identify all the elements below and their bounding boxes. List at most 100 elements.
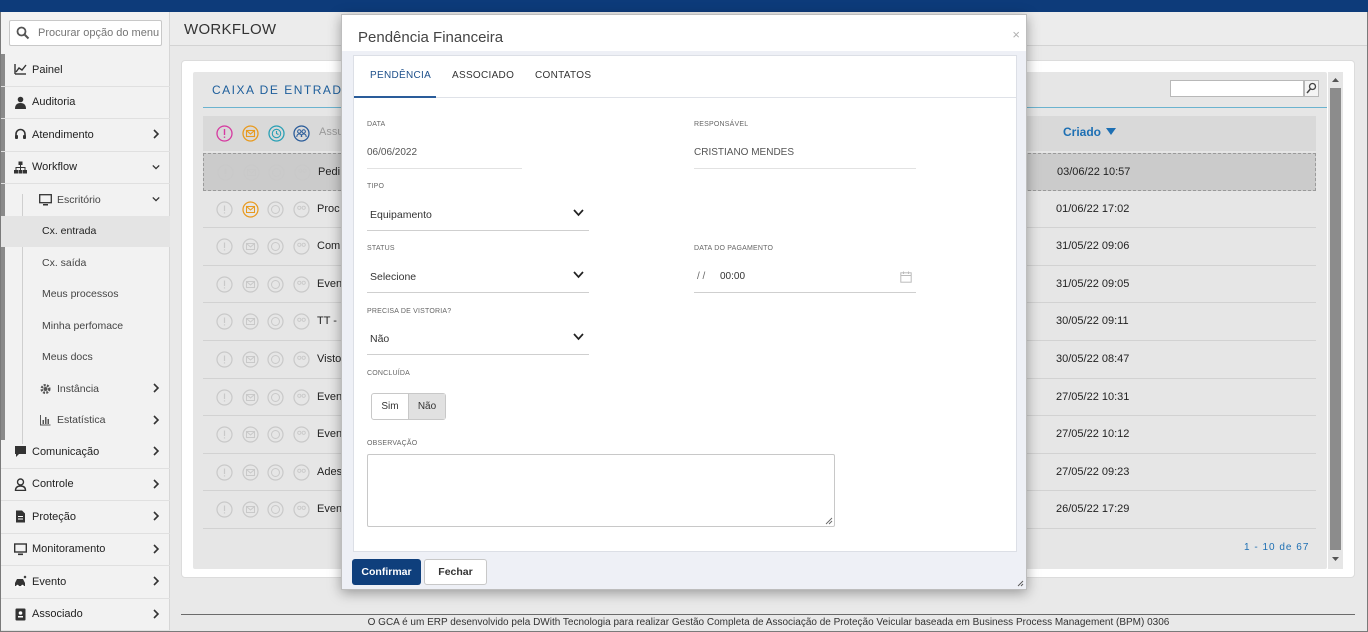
clock-icon[interactable] [268,125,285,142]
sidebar-item-instancia[interactable]: Instância [1,373,170,405]
tab-pendencia[interactable]: PENDÊNCIA [370,70,431,81]
menu-search[interactable] [9,20,162,46]
sidebar-item-meus-docs[interactable]: Meus docs [1,342,170,374]
users-icon[interactable] [293,125,310,142]
vistoria-select[interactable]: Não [367,323,589,355]
sidebar-item-controle[interactable]: Controle [1,469,170,501]
users-icon[interactable] [293,276,310,293]
sidebar-item-auditoria[interactable]: Auditoria [1,87,170,119]
users-icon[interactable] [293,313,310,330]
concluida-nao-button[interactable]: Não [408,394,445,419]
users-icon[interactable] [293,351,310,368]
sidebar-item-atendimento[interactable]: Atendimento [1,119,170,152]
users-icon[interactable] [293,238,310,255]
observacao-textarea[interactable] [367,454,835,527]
close-button[interactable]: Fechar [424,559,487,585]
alert-icon[interactable] [216,313,233,330]
alert-icon[interactable] [216,200,233,218]
column-created[interactable]: Criado [1063,125,1101,139]
sitemap-icon [14,161,27,174]
sidebar-item-cx-saida[interactable]: Cx. saída [1,247,170,279]
users-icon[interactable] [293,200,310,218]
envelope-icon[interactable] [242,464,259,481]
close-icon[interactable]: × [1012,27,1020,42]
users-icon[interactable] [293,464,310,481]
sidebar-nav: Painel Auditoria Atendimento Workflow Es… [1,54,170,631]
sidebar-item-workflow[interactable]: Workflow [1,152,170,184]
envelope-icon[interactable] [242,426,259,443]
envelope-icon[interactable] [242,388,259,406]
sidebar-item-painel[interactable]: Painel [1,54,170,87]
tab-associado[interactable]: ASSOCIADO [452,70,514,81]
alert-icon[interactable] [216,125,233,142]
data-field[interactable]: 06/06/2022 [367,147,417,158]
status-select[interactable]: Selecione [367,261,589,293]
sidebar-item-minha-perfomace[interactable]: Minha perfomace [1,310,170,342]
clock-icon[interactable] [268,164,285,181]
users-icon[interactable] [293,426,310,443]
alert-icon[interactable] [216,276,233,293]
inbox-filter-button[interactable] [1304,80,1319,97]
confirm-button[interactable]: Confirmar [352,559,421,585]
resize-grip-icon[interactable] [825,517,833,525]
scroll-down-icon[interactable] [1330,553,1341,565]
clock-icon[interactable] [267,464,284,481]
envelope-icon[interactable] [242,200,259,218]
clock-icon[interactable] [267,238,284,255]
sidebar-item-associado[interactable]: Associado [1,599,170,631]
alert-icon[interactable] [216,426,233,443]
sidebar-item-cx-entrada[interactable]: Cx. entrada [1,215,170,247]
clock-icon[interactable] [267,351,284,368]
inbox-scrollbar[interactable] [1328,72,1343,569]
sidebar-item-label: Associado [32,608,83,621]
responsavel-underline [694,168,916,169]
tab-contatos[interactable]: CONTATOS [535,70,591,81]
alert-icon[interactable] [216,501,233,518]
sidebar-item-monitoramento[interactable]: Monitoramento [1,534,170,566]
users-icon[interactable] [294,164,311,181]
alert-icon[interactable] [216,351,233,368]
sort-desc-icon[interactable] [1106,128,1116,136]
data-pagamento-field[interactable]: / / 00:00 [694,261,916,293]
calendar-icon[interactable] [900,271,912,283]
sidebar-item-estatistica[interactable]: Estatística [1,405,170,437]
column-subject[interactable]: Assu [319,126,343,138]
sidebar-item-comunicacao[interactable]: Comunicação [1,436,170,469]
concluida-sim-button[interactable]: Sim [372,394,408,419]
tipo-select[interactable]: Equipamento [367,199,589,231]
alert-icon[interactable] [216,388,233,406]
envelope-icon[interactable] [242,313,259,330]
clock-icon[interactable] [267,426,284,443]
status-label: STATUS [367,245,395,252]
envelope-icon[interactable] [242,276,259,293]
sidebar-item-label: Cx. saída [42,256,87,269]
alert-icon[interactable] [217,164,234,181]
inbox-filter-input[interactable] [1170,80,1304,97]
sidebar-item-meus-processos[interactable]: Meus processos [1,279,170,311]
sidebar-item-evento[interactable]: Evento [1,566,170,599]
sidebar-item-protecao[interactable]: Proteção [1,501,170,534]
clock-icon[interactable] [267,388,284,406]
envelope-icon[interactable] [242,125,259,142]
resize-grip-icon[interactable] [1017,580,1024,587]
users-icon[interactable] [293,501,310,518]
sidebar-item-escritorio[interactable]: Escritório [1,184,170,216]
scrollbar-thumb[interactable] [1330,88,1341,550]
users-icon[interactable] [293,388,310,406]
clock-icon[interactable] [267,501,284,518]
status-value: Selecione [370,271,417,283]
clock-icon[interactable] [267,313,284,330]
alert-icon[interactable] [216,238,233,255]
menu-search-input[interactable] [38,24,160,42]
scroll-up-icon[interactable] [1330,74,1341,86]
envelope-icon[interactable] [242,501,259,518]
chevron-right-icon [153,576,160,586]
clock-icon[interactable] [267,200,284,218]
clock-icon[interactable] [267,276,284,293]
sidebar-item-label: Escritório [57,193,101,206]
envelope-icon[interactable] [243,164,260,181]
envelope-icon[interactable] [242,238,259,255]
envelope-icon[interactable] [242,351,259,368]
chevron-down-icon [573,209,584,217]
alert-icon[interactable] [216,464,233,481]
